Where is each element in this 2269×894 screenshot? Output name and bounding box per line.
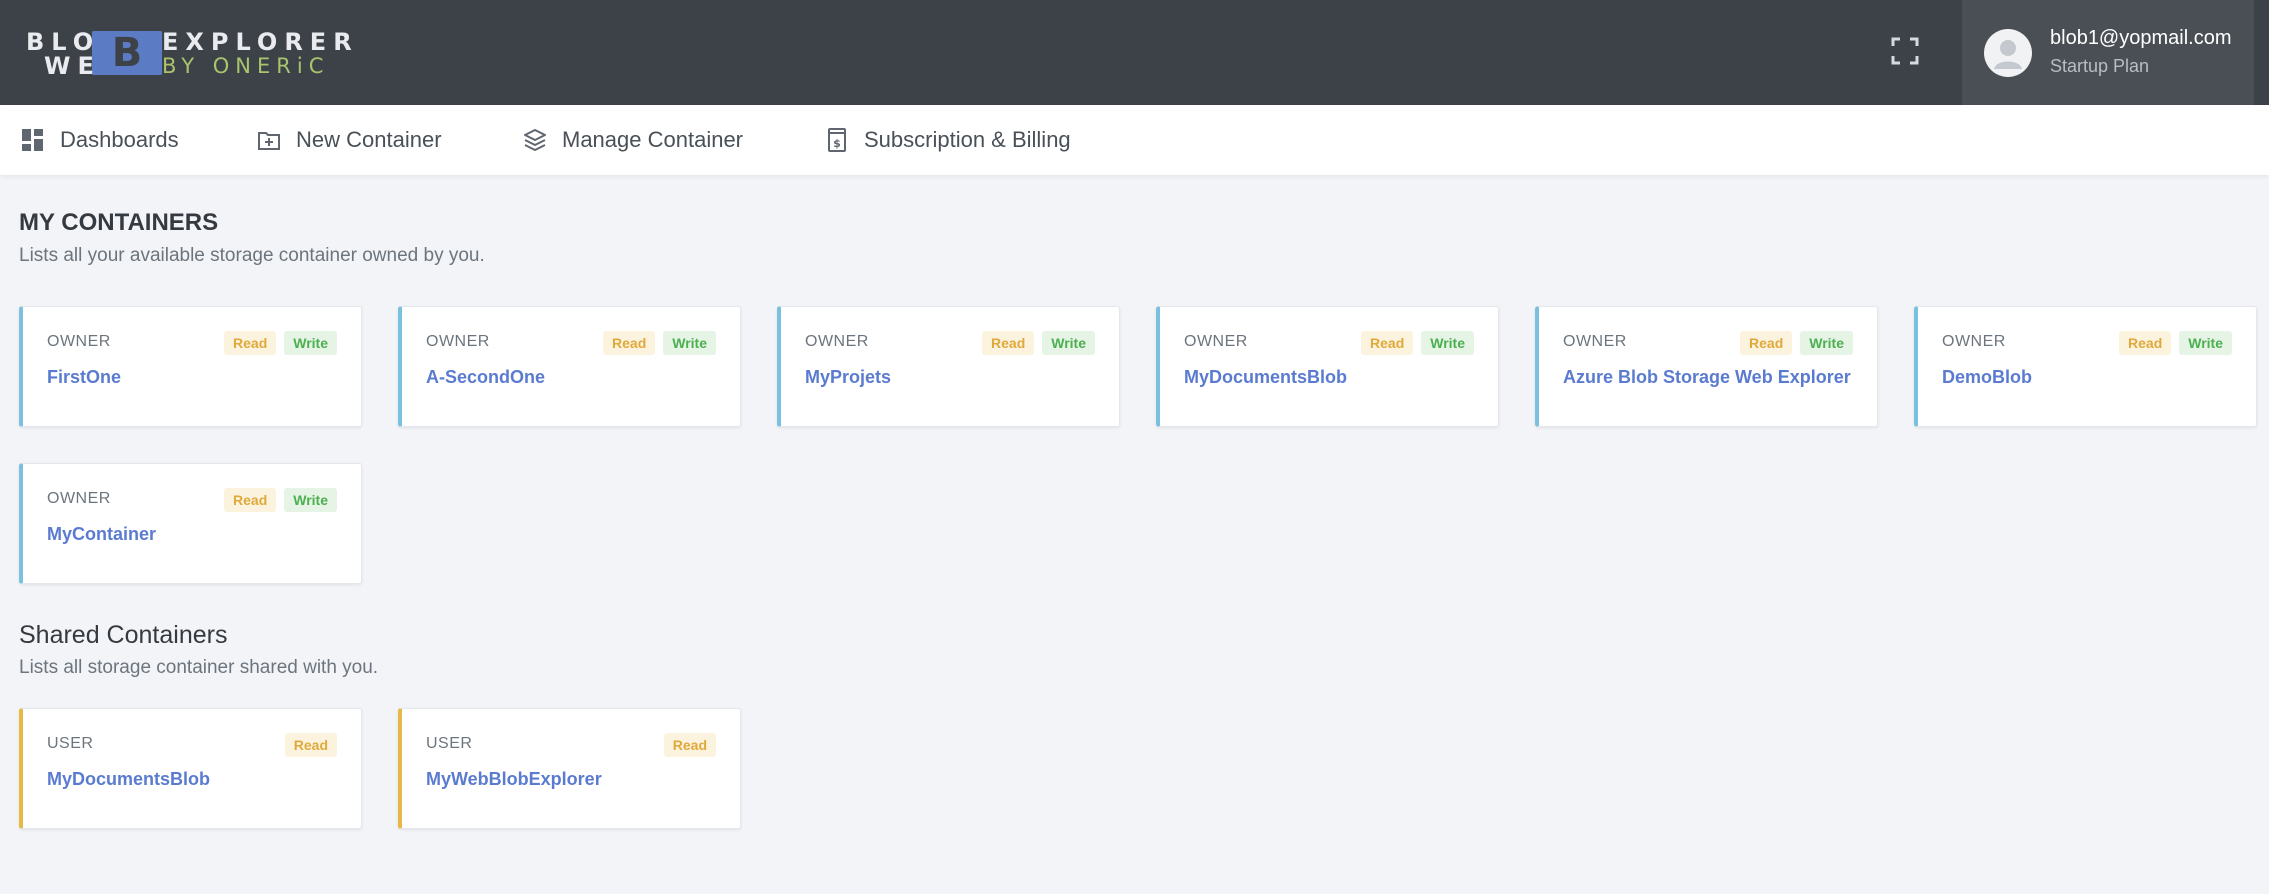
read-badge: Read bbox=[982, 331, 1035, 355]
svg-text:$: $ bbox=[833, 137, 841, 150]
card-role: USER bbox=[426, 735, 473, 752]
layers-icon bbox=[524, 129, 546, 151]
card-role: OWNER bbox=[1184, 333, 1248, 350]
write-badge: Write bbox=[2179, 331, 2232, 355]
write-badge: Write bbox=[1421, 331, 1474, 355]
nav-label-manage-container: Manage Container bbox=[562, 127, 744, 152]
dashboard-icon bbox=[22, 129, 43, 151]
brand-logo[interactable]: BLO EXPLORER B WE BY ONERiC bbox=[26, 28, 352, 80]
container-name-link[interactable]: MyWebBlobExplorer bbox=[426, 769, 602, 790]
container-name-link[interactable]: DemoBlob bbox=[1942, 367, 2032, 388]
read-badge: Read bbox=[2119, 331, 2172, 355]
write-badge: Write bbox=[284, 488, 337, 512]
read-badge: Read bbox=[284, 733, 337, 757]
container-name-link[interactable]: MyDocumentsBlob bbox=[47, 769, 210, 790]
card-role: USER bbox=[47, 735, 94, 752]
container-name-link[interactable]: MyProjets bbox=[805, 367, 891, 388]
shared-container-card[interactable]: USER Read MyWebBlobExplorer bbox=[398, 708, 741, 829]
nav-item-dashboards[interactable]: Dashboards bbox=[20, 105, 179, 175]
read-badge: Read bbox=[1740, 331, 1793, 355]
container-card[interactable]: OWNER Read Write MyProjets bbox=[777, 306, 1120, 427]
nav-label-dashboards: Dashboards bbox=[60, 127, 179, 152]
write-badge: Write bbox=[1800, 331, 1853, 355]
my-containers-title: MY CONTAINERS bbox=[19, 209, 219, 236]
shared-containers-title: Shared Containers bbox=[19, 621, 228, 649]
container-card[interactable]: OWNER Read Write A-SecondOne bbox=[398, 306, 741, 427]
write-badge: Write bbox=[284, 331, 337, 355]
container-card[interactable]: OWNER Read Write Azure Blob Storage Web … bbox=[1535, 306, 1878, 427]
write-badge: Write bbox=[1042, 331, 1095, 355]
card-role: OWNER bbox=[1942, 333, 2006, 350]
fullscreen-icon bbox=[1891, 37, 1919, 65]
card-role: OWNER bbox=[47, 333, 111, 350]
container-name-link[interactable]: MyContainer bbox=[47, 524, 156, 545]
container-name-link[interactable]: MyDocumentsBlob bbox=[1184, 367, 1347, 388]
nav-item-subscription-billing[interactable]: $ Subscription & Billing bbox=[824, 105, 1071, 175]
read-badge: Read bbox=[224, 488, 277, 512]
container-name-link[interactable]: A-SecondOne bbox=[426, 367, 545, 388]
write-badge: Write bbox=[663, 331, 716, 355]
read-badge: Read bbox=[603, 331, 656, 355]
plus-square-icon bbox=[258, 132, 280, 150]
shared-container-card[interactable]: USER Read MyDocumentsBlob bbox=[19, 708, 362, 829]
fullscreen-button[interactable] bbox=[1890, 36, 1920, 66]
shared-containers-subtitle: Lists all storage container shared with … bbox=[19, 657, 379, 678]
receipt-dollar-icon: $ bbox=[828, 128, 846, 152]
card-role: OWNER bbox=[1563, 333, 1627, 350]
logo-text-explorer: EXPLORER bbox=[162, 28, 359, 56]
read-badge: Read bbox=[663, 733, 716, 757]
container-card[interactable]: OWNER Read Write MyDocumentsBlob bbox=[1156, 306, 1499, 427]
nav-item-manage-container[interactable]: Manage Container bbox=[522, 105, 743, 175]
top-header: BLO EXPLORER B WE BY ONERiC blob1@yopmai… bbox=[0, 0, 2269, 105]
logo-b-block: B bbox=[92, 31, 162, 75]
card-role: OWNER bbox=[426, 333, 490, 350]
read-badge: Read bbox=[1361, 331, 1414, 355]
user-menu[interactable]: blob1@yopmail.com Startup Plan bbox=[1962, 0, 2254, 105]
user-email: blob1@yopmail.com bbox=[2050, 27, 2232, 49]
card-role: OWNER bbox=[805, 333, 869, 350]
nav-label-new-container: New Container bbox=[296, 127, 442, 152]
container-card[interactable]: OWNER Read Write MyContainer bbox=[19, 463, 362, 584]
container-card[interactable]: OWNER Read Write DemoBlob bbox=[1914, 306, 2257, 427]
nav-item-new-container[interactable]: New Container bbox=[256, 105, 442, 175]
container-card[interactable]: OWNER Read Write FirstOne bbox=[19, 306, 362, 427]
main-navigation: Dashboards New Container Manage Containe… bbox=[0, 105, 2269, 175]
container-name-link[interactable]: FirstOne bbox=[47, 367, 121, 388]
logo-b-letter: B bbox=[111, 30, 143, 76]
logo-tagline: BY ONERiC bbox=[162, 54, 330, 78]
card-role: OWNER bbox=[47, 490, 111, 507]
logo-text-we: WE bbox=[44, 52, 101, 80]
container-name-link[interactable]: Azure Blob Storage Web Explorer bbox=[1563, 367, 1851, 388]
avatar[interactable] bbox=[1984, 29, 2032, 77]
user-avatar-icon bbox=[1994, 40, 2022, 69]
read-badge: Read bbox=[224, 331, 277, 355]
user-plan: Startup Plan bbox=[2050, 56, 2150, 76]
nav-label-subscription-billing: Subscription & Billing bbox=[864, 127, 1071, 152]
my-containers-subtitle: Lists all your available storage contain… bbox=[19, 245, 485, 266]
